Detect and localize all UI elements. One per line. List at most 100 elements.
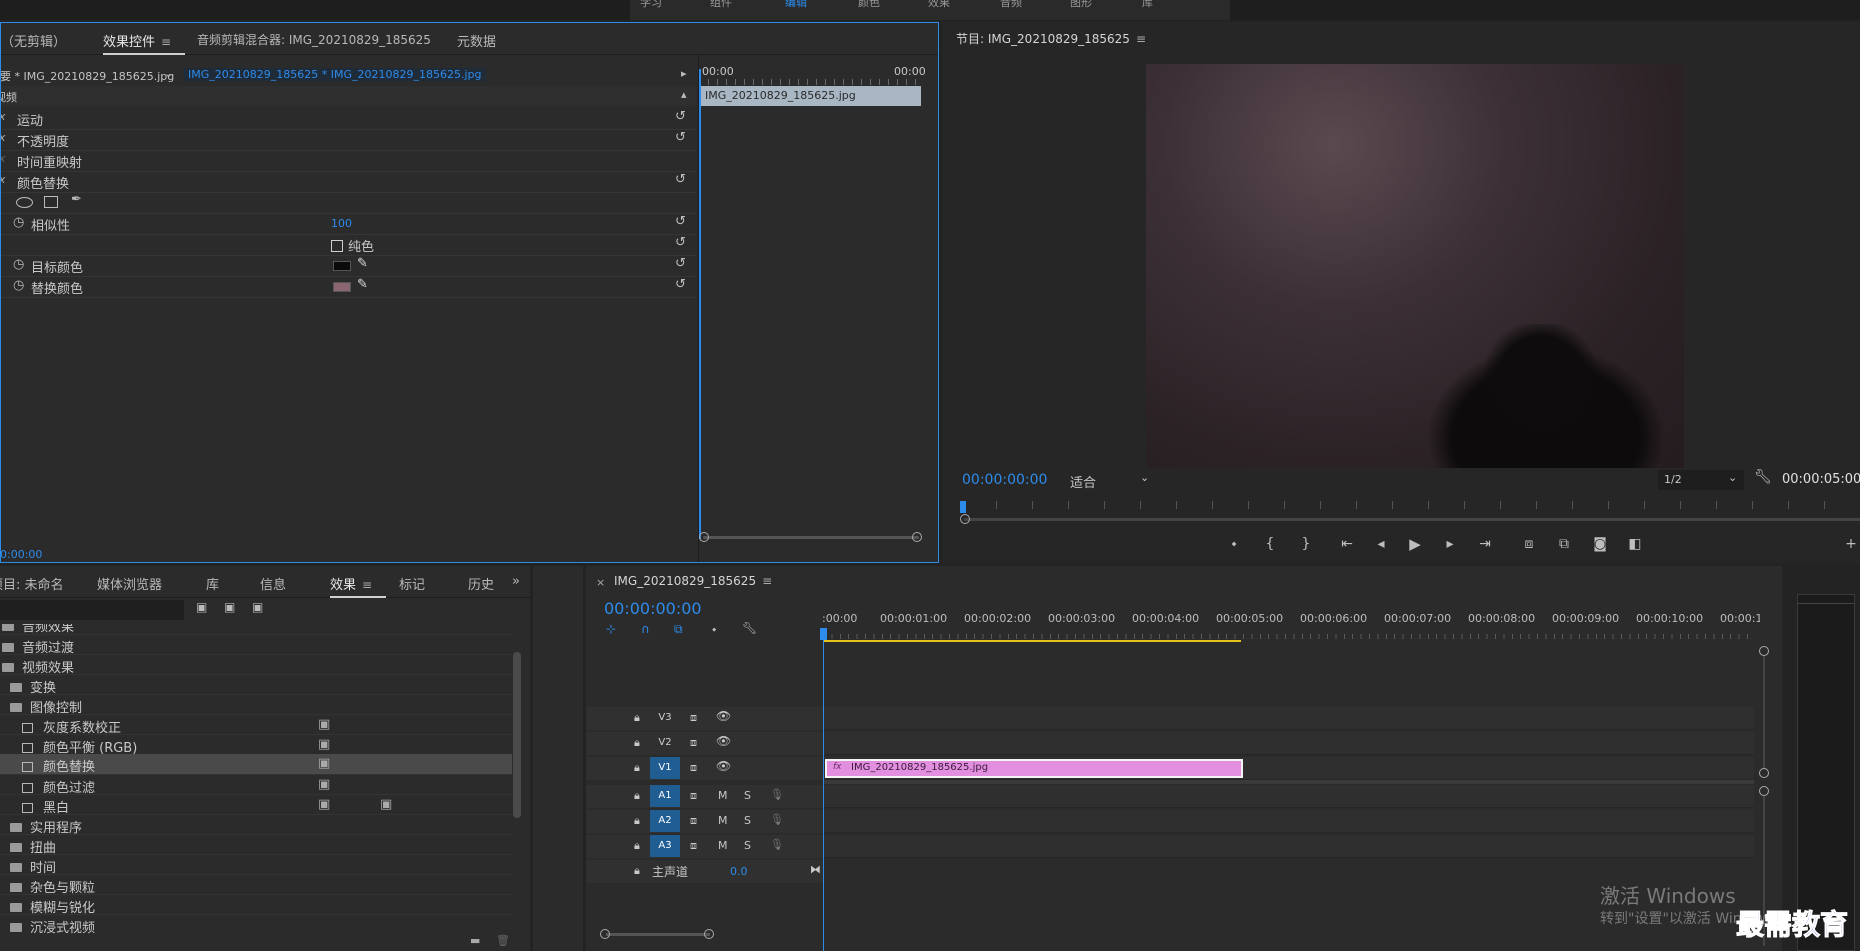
track-label-v1[interactable]: V1 [650, 757, 680, 779]
export-frame-button[interactable]: ◙ [1589, 534, 1611, 554]
snap-icon[interactable]: ∩ [641, 622, 650, 636]
mark-out-button[interactable]: } [1296, 534, 1316, 554]
vscroll-handle[interactable] [1759, 768, 1769, 778]
eyedropper-icon[interactable]: ✎ [357, 277, 368, 292]
list-item[interactable]: 颜色平衡 (RGB) ▣ [0, 734, 512, 756]
workspace-tab-effects[interactable]: 效果 [928, 0, 950, 10]
program-ruler[interactable] [960, 501, 1860, 531]
new-bin-icon[interactable]: ▬ [470, 934, 480, 947]
track-label-a1[interactable]: A1 [650, 785, 680, 807]
vscroll-handle[interactable] [1759, 786, 1769, 796]
rectangle-mask-icon[interactable] [44, 196, 58, 208]
32bit-effects-icon[interactable]: ▣ [224, 600, 235, 614]
eyedropper-icon[interactable]: ✎ [357, 256, 368, 271]
panel-menu-icon[interactable]: ≡ [362, 578, 372, 592]
list-item[interactable]: 黑白 ▣ ▣ [0, 794, 512, 816]
effects-search-input[interactable] [0, 600, 184, 620]
track-lane-v2[interactable] [824, 732, 1754, 755]
wrench-icon[interactable]: 🔧︎ [1754, 469, 1772, 485]
reset-icon[interactable]: ↺ [675, 172, 686, 187]
yuv-effects-icon[interactable]: ▣ [252, 600, 263, 614]
overwrite-button[interactable]: ⧉ [1553, 534, 1575, 554]
workspace-tab-learn[interactable]: 学习 [640, 0, 662, 10]
effects-scrollbar[interactable] [513, 652, 521, 818]
list-item[interactable]: 沉浸式视频 [0, 914, 512, 936]
sync-lock-icon[interactable]: ⧈ [690, 814, 697, 828]
insert-button[interactable]: ⧈ [1518, 534, 1540, 554]
workspace-tab-libraries[interactable]: 库 [1142, 0, 1153, 10]
replace-color-swatch[interactable] [333, 282, 351, 292]
master-volume-value[interactable]: 0.0 [730, 865, 748, 878]
track-lane-v3[interactable] [824, 707, 1754, 730]
collapse-up-icon[interactable]: ▴ [681, 88, 687, 101]
mute-button[interactable]: M [718, 789, 728, 802]
accelerated-effects-icon[interactable]: ▣ [196, 600, 207, 614]
wrench-icon[interactable]: 🔧︎ [742, 621, 757, 635]
delete-icon[interactable]: 🗑︎ [496, 934, 510, 947]
fx-icon[interactable]: fx [1, 131, 5, 144]
scroll-handle-right[interactable] [912, 532, 922, 542]
stopwatch-icon[interactable]: ◷ [13, 278, 24, 293]
play-clip-icon[interactable]: ▸ [681, 67, 687, 80]
reset-icon[interactable]: ↺ [675, 109, 686, 124]
pen-mask-icon[interactable]: ✒ [71, 192, 82, 207]
mute-button[interactable]: M [718, 839, 728, 852]
mute-button[interactable]: M [718, 814, 728, 827]
track-label-a2[interactable]: A2 [650, 810, 680, 832]
workspace-tab-edit[interactable]: 编辑 [785, 0, 807, 10]
list-item[interactable]: 视频效果 [0, 654, 512, 676]
add-marker-button[interactable]: ⬩ [1224, 534, 1244, 554]
effect-row-color-replace[interactable]: fx 颜色替换 ↺ [1, 171, 696, 192]
program-timecode[interactable]: 00:00:00:00 [962, 472, 1047, 488]
list-item[interactable]: 图像控制 [0, 694, 512, 716]
sync-lock-icon[interactable]: ⧈ [690, 711, 697, 725]
stopwatch-icon[interactable]: ◷ [13, 257, 24, 272]
fx-icon[interactable]: fx [1, 152, 5, 165]
solo-button[interactable]: S [744, 789, 751, 802]
program-title[interactable]: 节目: IMG_20210829_185625 ≡ [956, 30, 1146, 47]
similarity-value[interactable]: 100 [331, 217, 352, 230]
sync-lock-icon[interactable]: ⧈ [690, 761, 697, 775]
zoom-handle-right[interactable] [704, 929, 714, 939]
timeline-zoom-bar[interactable] [606, 933, 710, 936]
linked-selection-icon[interactable]: ⧉ [674, 622, 683, 637]
solo-button[interactable]: S [744, 814, 751, 827]
sequence-title[interactable]: IMG_20210829_185625 ≡ [614, 574, 772, 588]
lock-icon[interactable]: 🔒︎ [634, 839, 640, 853]
tab-metadata[interactable]: 元数据 [457, 31, 496, 50]
playhead-handle[interactable] [820, 628, 827, 640]
step-forward-button[interactable]: ▸ [1439, 534, 1461, 554]
program-playhead[interactable] [960, 501, 966, 513]
more-panels-icon[interactable]: » [512, 574, 520, 589]
effect-footer-time[interactable]: 00:00:00 [1, 548, 42, 561]
reset-icon[interactable]: ↺ [675, 130, 686, 145]
panel-menu-icon[interactable]: ≡ [161, 35, 171, 49]
close-icon[interactable]: × [596, 576, 605, 589]
track-lane-a2[interactable] [824, 810, 1754, 833]
list-item[interactable]: 颜色过滤 ▣ [0, 774, 512, 796]
video-audio-divider[interactable] [824, 780, 1754, 784]
comparison-view-button[interactable]: ◧ [1624, 534, 1646, 554]
scroll-handle-left[interactable] [699, 532, 709, 542]
zoom-handle-left[interactable] [600, 929, 610, 939]
microphone-icon[interactable]: 🎙︎ [770, 813, 784, 826]
list-item-selected[interactable]: 颜色替换 ▣ [0, 754, 512, 775]
go-to-in-button[interactable]: ⇤ [1336, 534, 1358, 554]
effect-row-opacity[interactable]: fx 不透明度 ↺ [1, 129, 696, 150]
lock-icon[interactable]: 🔒︎ [634, 814, 640, 828]
list-item[interactable]: 模糊与锐化 [0, 894, 512, 916]
mark-in-button[interactable]: { [1260, 534, 1280, 554]
target-color-swatch[interactable] [333, 261, 351, 271]
lock-icon[interactable]: 🔒︎ [634, 864, 640, 878]
workspace-tab-audio[interactable]: 音频 [1000, 0, 1022, 10]
tab-media-browser[interactable]: 媒体浏览器 [97, 574, 162, 593]
panel-menu-icon[interactable]: ≡ [762, 574, 772, 588]
lock-icon[interactable]: 🔒︎ [634, 789, 640, 803]
nest-toggle-icon[interactable]: ⊹ [606, 622, 616, 636]
tab-info[interactable]: 信息 [260, 574, 286, 593]
fx-icon[interactable]: fx [1, 110, 5, 123]
reset-icon[interactable]: ↺ [675, 256, 686, 271]
sync-lock-icon[interactable]: ⧈ [690, 839, 697, 853]
workspace-tab-graphics[interactable]: 图形 [1070, 0, 1092, 10]
tab-libraries[interactable]: 库 [206, 574, 219, 593]
